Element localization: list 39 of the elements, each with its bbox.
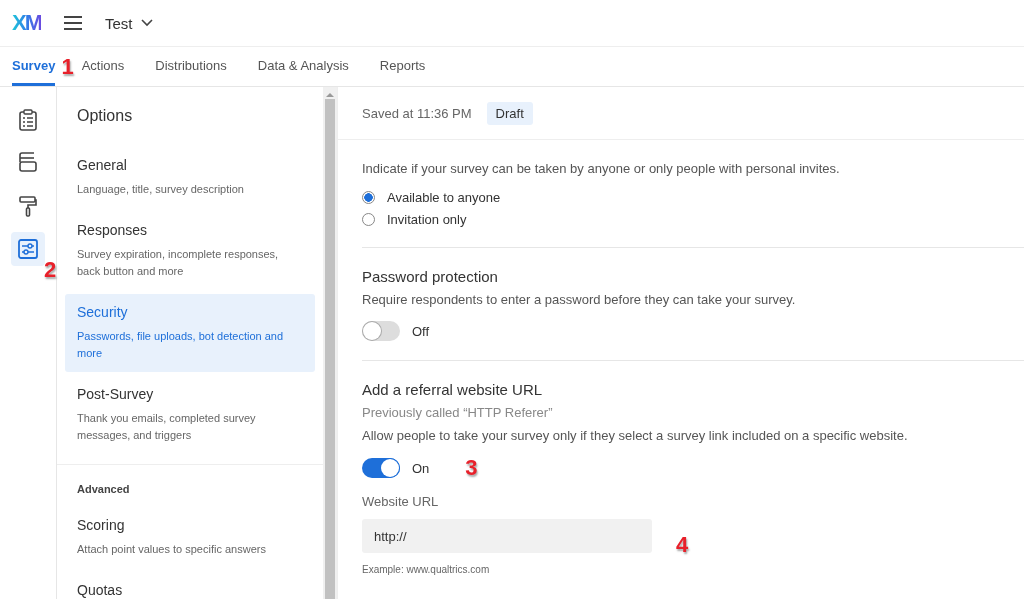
section-title: Password protection <box>362 268 499 285</box>
option-item[interactable]: General Language, title, survey description <box>65 147 315 208</box>
nav-tab[interactable]: Distributions <box>155 47 227 86</box>
section-heading: Advanced <box>77 483 131 495</box>
sliders-icon[interactable] <box>11 232 45 266</box>
radio-option[interactable]: Available to anyone <box>362 190 501 205</box>
field-hint: Example: www.qualtrics.com <box>362 564 491 575</box>
callout-number: 1 <box>61 55 74 78</box>
toggle-switch[interactable] <box>362 458 400 478</box>
section-title: Add a referral website URL <box>362 381 544 398</box>
scrollbar[interactable] <box>323 87 337 599</box>
radio-option[interactable]: Invitation only <box>362 212 467 227</box>
option-item[interactable]: Responses Survey expiration, incomplete responses, back button and more <box>65 212 315 290</box>
field-label: Website URL <box>362 494 440 509</box>
panel-title: Options <box>77 107 134 125</box>
nav-tab[interactable]: Reports <box>379 47 426 86</box>
project-dropdown[interactable]: Test <box>105 14 153 32</box>
option-item[interactable]: Scoring Attach point values to specific answers <box>65 507 315 568</box>
toggle-label: On <box>412 460 430 476</box>
nav-tab[interactable]: Actions <box>81 47 125 86</box>
callout-number: 3 <box>465 457 478 479</box>
option-item[interactable]: Post-Survey Thank you emails, completed survey messages, and triggers <box>65 376 315 454</box>
option-item[interactable]: Security Passwords, file uploads, bot detection and more <box>65 294 315 372</box>
section-description: Indicate if your survey can be taken by anyone or only people with personal invites. <box>362 161 841 176</box>
callout-number: 2 <box>44 259 57 281</box>
option-item[interactable]: Quotas <box>65 572 315 599</box>
toggle-switch[interactable] <box>362 321 400 341</box>
chevron-down-icon <box>140 19 153 27</box>
nav-tab[interactable]: Survey <box>12 47 56 86</box>
section-description: Require respondents to enter a password before they can take your survey. <box>362 292 797 307</box>
save-status: Saved at 11:36 PM <box>362 105 472 121</box>
nav-tab[interactable]: Data & Analysis <box>257 47 349 86</box>
status-badge: Draft <box>486 101 533 125</box>
section-description: Allow people to take your survey only if they select a survey link included on a specific website. <box>362 428 909 443</box>
menu-icon[interactable] <box>63 15 83 31</box>
section-note: Previously called “HTTP Referer” <box>362 405 554 420</box>
callout-number: 4 <box>676 534 689 556</box>
toggle-label: Off <box>412 323 430 339</box>
url-input-field[interactable]: http:// <box>362 519 652 553</box>
